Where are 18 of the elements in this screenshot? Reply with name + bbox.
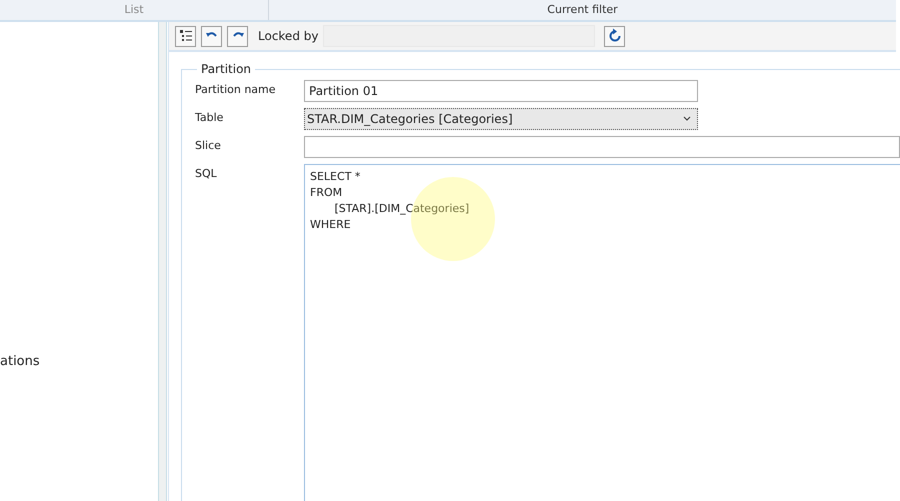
field-label: Partition name bbox=[195, 82, 277, 96]
sidebar-item[interactable]: ations bbox=[0, 354, 40, 369]
caret-icon[interactable] bbox=[683, 116, 691, 122]
list-icon[interactable] bbox=[175, 26, 196, 46]
undo-icon[interactable] bbox=[201, 26, 222, 46]
code-editor[interactable]: SELECT * FROM [STAR].[DIM_Categories] WHERE bbox=[304, 164, 900, 501]
input-field[interactable]: Partition 01 bbox=[304, 80, 698, 102]
input-field[interactable] bbox=[304, 136, 900, 158]
redo-icon[interactable] bbox=[227, 26, 248, 46]
field-label: Slice bbox=[195, 138, 222, 152]
locked-by-label: Locked by bbox=[258, 29, 318, 43]
dropdown[interactable]: STAR.DIM_Categories [Categories] bbox=[304, 108, 698, 130]
field-label: SQL bbox=[195, 166, 218, 180]
refresh-icon[interactable] bbox=[604, 26, 626, 46]
field-label: Table bbox=[195, 110, 224, 124]
current-filter-header: Current filter bbox=[547, 3, 618, 16]
group-title: Partition bbox=[200, 62, 252, 76]
list-header: List bbox=[124, 3, 144, 16]
